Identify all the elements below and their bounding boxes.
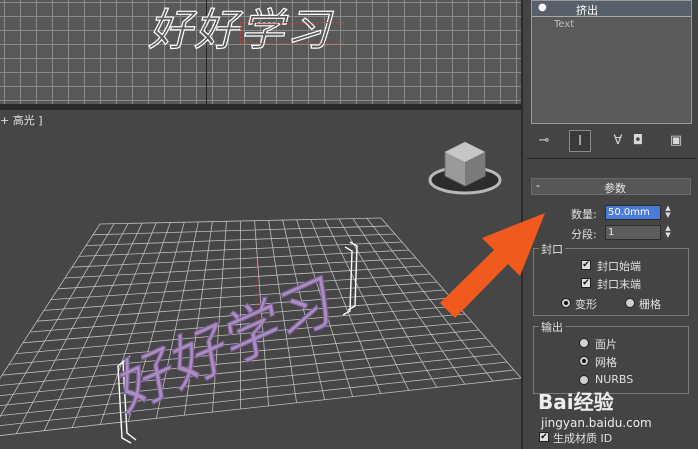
patch-label: 面片 [595,338,617,351]
watermark-url: jingyan.baidu.com [541,416,652,430]
top-viewport[interactable]: 好好学习 [0,0,521,104]
configure-sets-icon[interactable]: ▣ [665,130,687,152]
morph-radio[interactable] [561,298,571,308]
segments-spinner[interactable]: ▲ ▼ [663,225,673,240]
make-unique-icon[interactable]: ∀ [607,130,629,152]
stack-toolbar: ⊸ I ∀ ◘ ▣ [529,130,694,152]
patch-radio[interactable] [579,338,589,348]
watermark-logo: Bai经验 [538,390,614,414]
command-panel: ● 挤出 Text ⊸ I ∀ ◘ ▣ - 参数 数量: 50.0mm ▲ ▼ 分… [521,0,698,449]
capping-title: 封口 [539,241,565,257]
show-end-result-icon[interactable]: I [569,130,591,152]
grid-radio[interactable] [625,298,635,308]
rollout-title: 参数 [604,182,626,195]
amount-field[interactable]: 50.0mm [605,205,661,220]
selection-bracket [240,22,344,44]
cap-start-checkbox[interactable]: ✔ [581,260,591,270]
cap-end-checkbox[interactable]: ✔ [581,278,591,288]
nurbs-label: NURBS [595,373,634,386]
segments-label: 分段: [571,228,597,241]
lightbulb-icon[interactable]: ● [538,2,547,13]
amount-label: 数量: [571,208,597,221]
morph-label: 变形 [575,298,597,311]
modifier-stack[interactable]: ● 挤出 Text [531,0,692,124]
amount-spinner[interactable]: ▲ ▼ [663,205,673,220]
cap-end-label: 封口末端 [597,278,641,291]
modifier-item-extrude[interactable]: ● 挤出 [532,1,691,17]
nurbs-radio[interactable] [579,375,589,385]
gen-material-ids-checkbox[interactable]: ✔ [539,432,549,442]
divider [527,158,696,159]
output-title: 输出 [539,319,565,335]
perspective-scene: 好好学习 [0,141,521,444]
cap-start-label: 封口始端 [597,260,641,273]
mesh-label: 网格 [595,356,617,369]
modifier-item-label: 挤出 [576,4,598,17]
pin-stack-icon[interactable]: ⊸ [533,130,555,152]
rollout-parameters[interactable]: - 参数 [531,178,691,195]
segments-field[interactable]: 1 [605,225,661,240]
gen-material-ids-label: 生成材质 ID [553,432,613,445]
remove-modifier-icon[interactable]: ◘ [627,130,649,152]
mesh-radio[interactable] [579,356,589,366]
viewcube-icon[interactable] [428,141,502,195]
collapse-icon: - [536,179,540,192]
grid-label: 栅格 [639,298,661,311]
modifier-item-text[interactable]: Text [554,19,574,30]
perspective-viewport[interactable]: + 高光 ] 好好学习 [0,110,521,449]
